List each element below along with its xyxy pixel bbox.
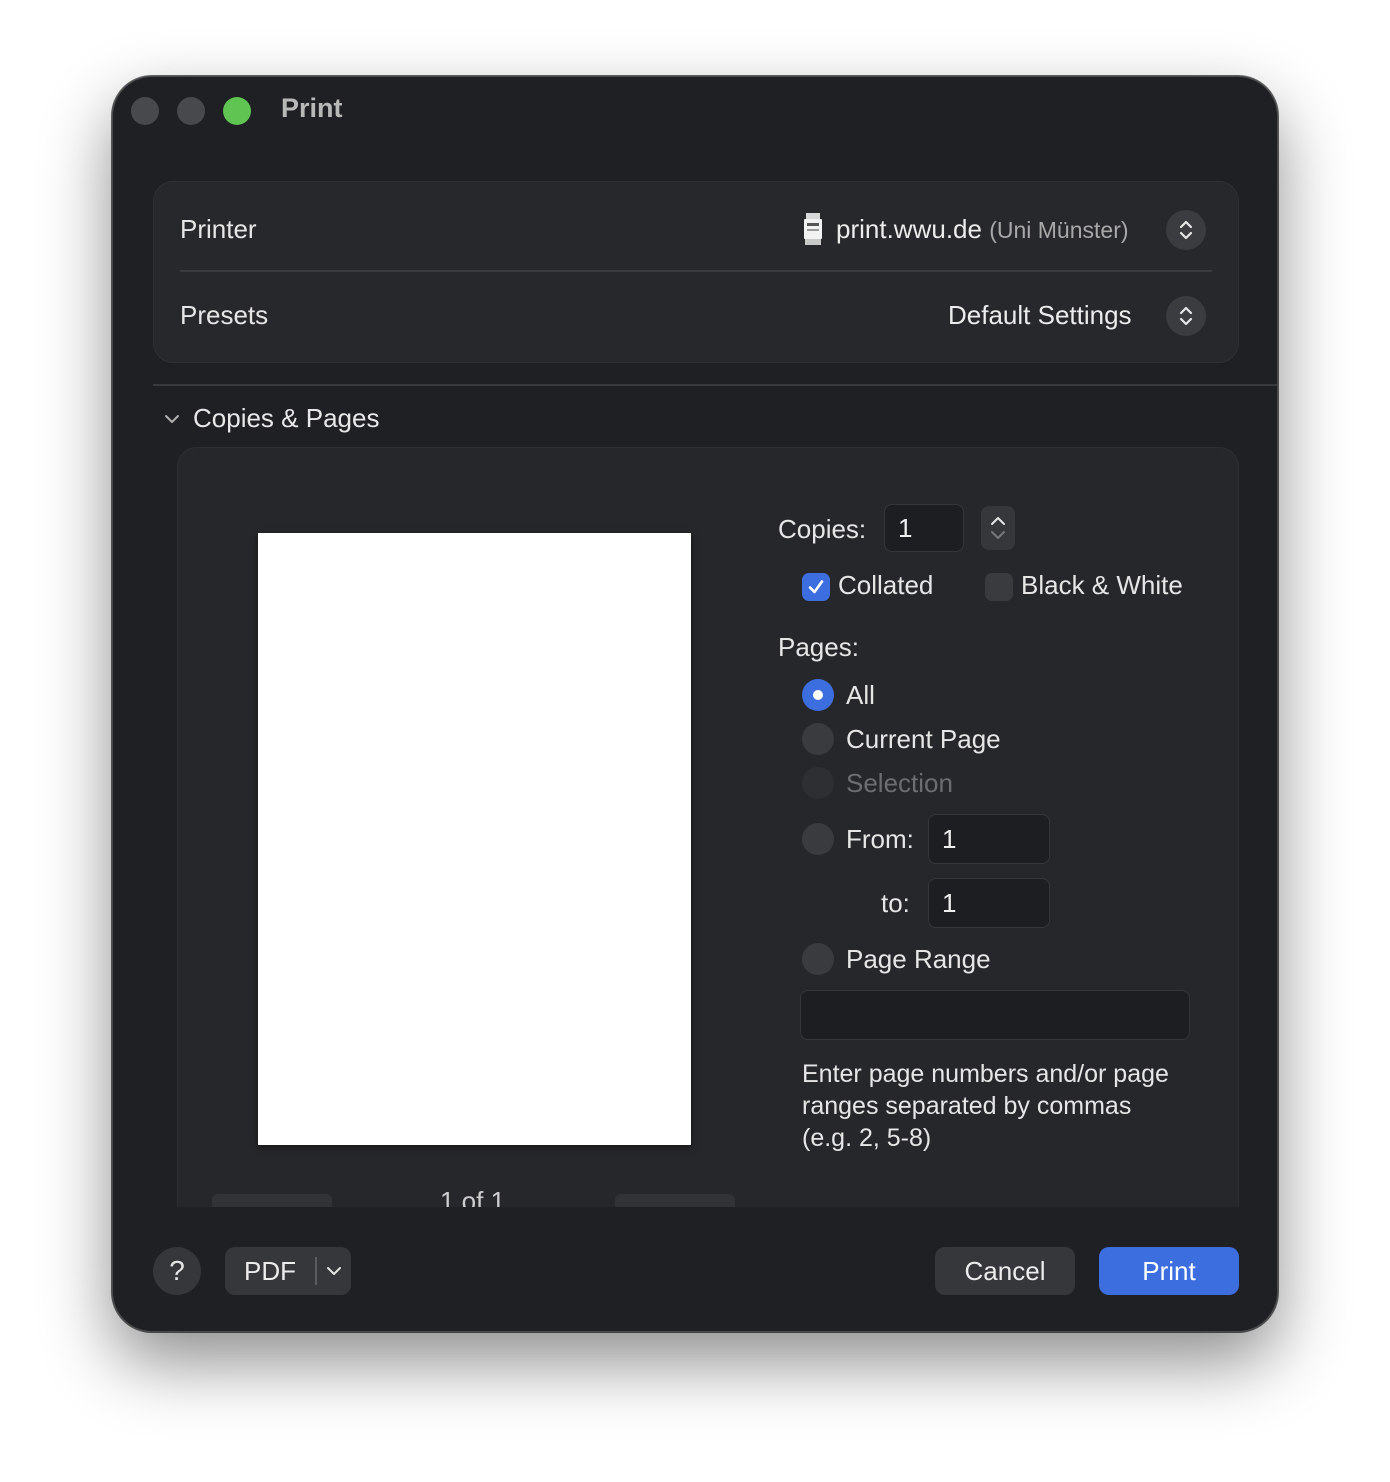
collated-checkbox[interactable] [802,573,830,601]
close-window-button[interactable] [131,97,159,125]
printer-label: Printer [180,214,257,244]
window-title: Print [281,93,343,123]
printer-settings-card: Printer print.wwu.de (Uni Münster) Prese… [153,181,1239,363]
pages-from-label: From: [846,824,914,854]
preview-forward-buttons[interactable] [615,1194,735,1207]
copies-input[interactable]: 1 [884,504,964,552]
copies-stepper[interactable] [981,506,1015,550]
section-title: Copies & Pages [193,403,380,433]
printer-icon [804,213,822,245]
checkmark-icon [808,580,824,594]
preview-page-counter: 1 of 1 [440,1186,506,1207]
page-range-input[interactable] [800,990,1190,1040]
page-range-help-text: Enter page numbers and/or page ranges se… [802,1060,1169,1152]
pages-current-label: Current Page [846,724,1001,754]
pages-to-input[interactable]: 1 [928,878,1050,928]
pages-label: Pages: [778,632,859,662]
pages-selection-radio [802,767,834,799]
printer-select[interactable]: print.wwu.de (Uni Münster) [836,214,1129,245]
presets-select[interactable]: Default Settings [948,300,1132,331]
presets-label: Presets [180,300,269,330]
page-preview [258,533,691,1145]
chevron-down-icon [165,414,179,423]
window-controls [131,97,251,125]
pdf-label: PDF [244,1255,296,1286]
pages-all-label: All [846,680,875,710]
help-button[interactable]: ? [153,1247,201,1295]
pages-to-label: to: [881,888,910,918]
minimize-window-button[interactable] [177,97,205,125]
printer-popup-button[interactable] [1166,210,1206,250]
printer-location: (Uni Münster) [989,217,1129,243]
black-white-checkbox[interactable] [985,573,1013,601]
pages-current-radio[interactable] [802,723,834,755]
black-white-label: Black & White [1021,570,1183,600]
preview-back-buttons[interactable] [212,1194,332,1207]
print-button[interactable]: Print [1099,1247,1239,1295]
printer-name: print.wwu.de [836,214,982,244]
section-divider [153,384,1277,386]
zoom-window-button[interactable] [223,97,251,125]
copies-pages-panel: 1 of 1 Copies: 1 Collated Black & White … [177,447,1239,1207]
copies-label: Copies: [778,514,867,544]
presets-popup-button[interactable] [1166,296,1206,336]
chevron-up-icon [991,517,1005,525]
collated-label: Collated [838,570,934,600]
chevron-up-down-icon [1179,306,1193,326]
chevron-down-icon [991,531,1005,539]
pages-from-input[interactable]: 1 [928,814,1050,864]
pdf-menu-button[interactable]: PDF [225,1247,351,1295]
copies-pages-disclosure[interactable]: Copies & Pages [163,403,379,434]
radio-dot [813,690,823,700]
pages-range-label: Page Range [846,944,991,974]
pdf-dropdown[interactable] [317,1265,351,1277]
cancel-button[interactable]: Cancel [935,1247,1075,1295]
pages-all-radio[interactable] [802,679,834,711]
pages-range-radio[interactable] [802,943,834,975]
pages-selection-label: Selection [846,768,953,798]
chevron-up-down-icon [1179,220,1193,240]
pages-from-radio[interactable] [802,823,834,855]
chevron-down-icon [327,1267,341,1275]
card-divider [180,270,1212,272]
print-dialog-window: Print Printer print.wwu.de (Uni Münster)… [112,76,1278,1332]
